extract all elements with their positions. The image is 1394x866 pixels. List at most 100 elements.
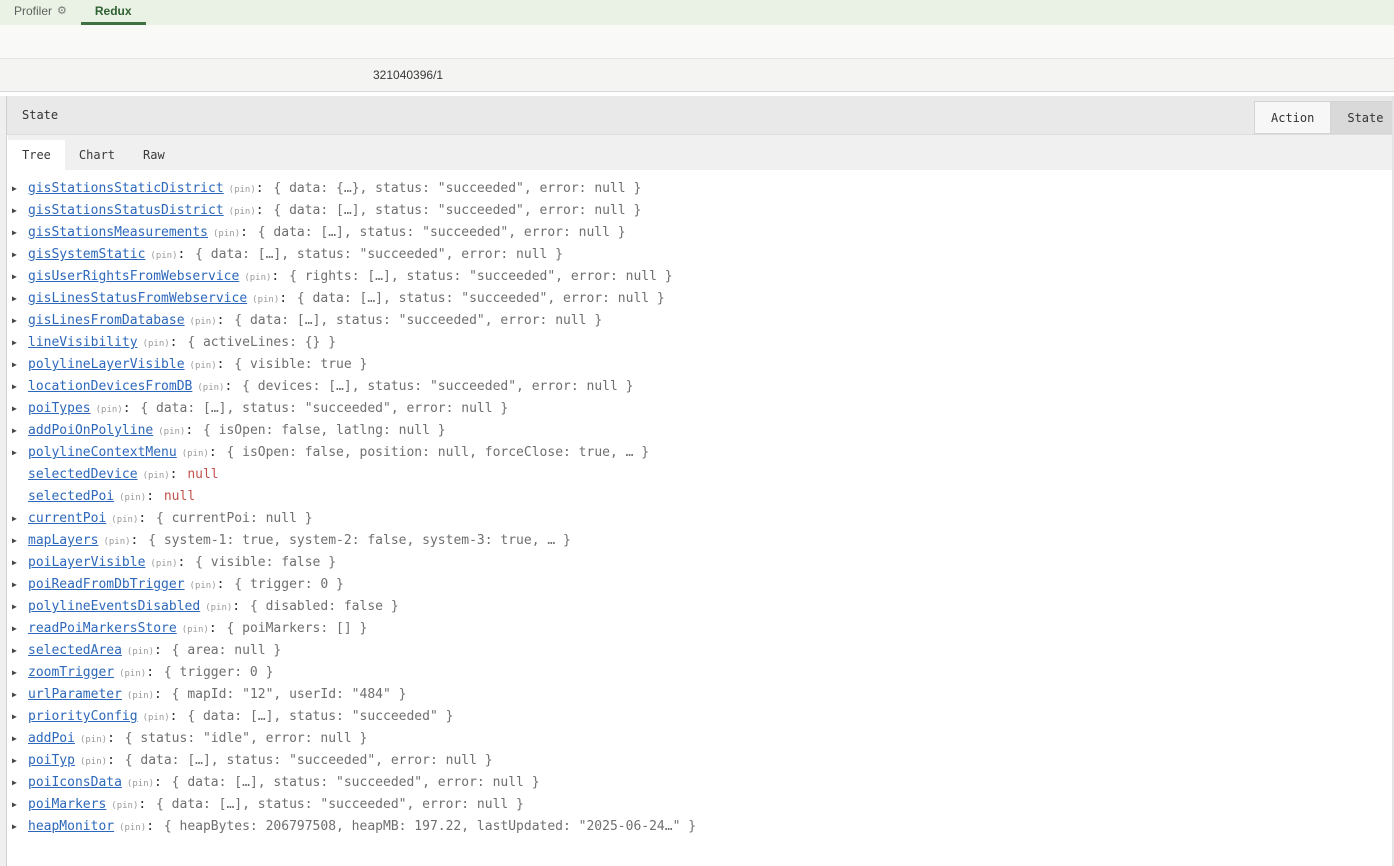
state-key[interactable]: poiMarkers — [28, 797, 106, 812]
pin-label[interactable]: (pin) — [150, 559, 177, 569]
state-key[interactable]: gisLinesFromDatabase — [28, 313, 185, 328]
state-key[interactable]: currentPoi — [28, 511, 106, 526]
state-tree-row[interactable]: ▶poiMarkers(pin): { data: […], status: "… — [8, 794, 1392, 816]
pin-label[interactable]: (pin) — [119, 493, 146, 503]
expand-arrow-icon[interactable]: ▶ — [12, 662, 28, 684]
state-key[interactable]: poiIconsData — [28, 775, 122, 790]
state-key[interactable]: urlParameter — [28, 687, 122, 702]
state-key[interactable]: selectedDevice — [28, 467, 138, 482]
pin-label[interactable]: (pin) — [143, 471, 170, 481]
state-tree-row[interactable]: ▶gisLinesStatusFromWebservice(pin): { da… — [8, 288, 1392, 310]
expand-arrow-icon[interactable]: ▶ — [12, 618, 28, 640]
expand-arrow-icon[interactable]: ▶ — [12, 266, 28, 288]
state-tree-row[interactable]: ▶readPoiMarkersStore(pin): { poiMarkers:… — [8, 618, 1392, 640]
state-key[interactable]: gisSystemStatic — [28, 247, 145, 262]
state-key[interactable]: poiReadFromDbTrigger — [28, 577, 185, 592]
actions-panel-resizer[interactable] — [0, 96, 7, 866]
state-tree-row[interactable]: ▶poiTyp(pin): { data: […], status: "succ… — [8, 750, 1392, 772]
expand-arrow-icon[interactable]: ▶ — [12, 508, 28, 530]
state-tree-row[interactable]: ▶poiLayerVisible(pin): { visible: false … — [8, 552, 1392, 574]
state-tree-row[interactable]: ▶gisStationsStaticDistrict(pin): { data:… — [8, 178, 1392, 200]
state-tree-row[interactable]: ▶poiTypes(pin): { data: […], status: "su… — [8, 398, 1392, 420]
pin-label[interactable]: (pin) — [103, 537, 130, 547]
state-tree-row[interactable]: ▶selectedArea(pin): { area: null } — [8, 640, 1392, 662]
pin-label[interactable]: (pin) — [158, 427, 185, 437]
state-tree-row[interactable]: ▶addPoi(pin): { status: "idle", error: n… — [8, 728, 1392, 750]
pin-label[interactable]: (pin) — [197, 383, 224, 393]
pin-label[interactable]: (pin) — [182, 625, 209, 635]
expand-arrow-icon[interactable]: ▶ — [12, 596, 28, 618]
state-tree-row[interactable]: ▶poiIconsData(pin): { data: […], status:… — [8, 772, 1392, 794]
view-tab-action[interactable]: Action — [1254, 101, 1330, 134]
pin-label[interactable]: (pin) — [205, 603, 232, 613]
pin-label[interactable]: (pin) — [252, 295, 279, 305]
state-tree-row[interactable]: ▶polylineEventsDisabled(pin): { disabled… — [8, 596, 1392, 618]
state-key[interactable]: readPoiMarkersStore — [28, 621, 177, 636]
state-key[interactable]: gisLinesStatusFromWebservice — [28, 291, 247, 306]
state-tree-row[interactable]: ▶selectedPoi(pin): null — [8, 486, 1392, 508]
state-key[interactable]: gisUserRightsFromWebservice — [28, 269, 239, 284]
expand-arrow-icon[interactable]: ▶ — [12, 728, 28, 750]
state-tree-row[interactable]: ▶polylineLayerVisible(pin): { visible: t… — [8, 354, 1392, 376]
pin-label[interactable]: (pin) — [244, 273, 271, 283]
state-tree-row[interactable]: ▶mapLayers(pin): { system-1: true, syste… — [8, 530, 1392, 552]
expand-arrow-icon[interactable]: ▶ — [12, 442, 28, 464]
pin-label[interactable]: (pin) — [213, 229, 240, 239]
state-tree-row[interactable]: ▶heapMonitor(pin): { heapBytes: 20679750… — [8, 816, 1392, 838]
state-key[interactable]: lineVisibility — [28, 335, 138, 350]
state-key[interactable]: selectedPoi — [28, 489, 114, 504]
devtools-tab-profiler[interactable]: Profiler ⚙ — [0, 0, 81, 25]
view-tab-state[interactable]: State — [1330, 101, 1394, 134]
state-key[interactable]: addPoiOnPolyline — [28, 423, 153, 438]
pin-label[interactable]: (pin) — [111, 515, 138, 525]
pin-label[interactable]: (pin) — [229, 185, 256, 195]
state-key[interactable]: addPoi — [28, 731, 75, 746]
expand-arrow-icon[interactable]: ▶ — [12, 288, 28, 310]
expand-arrow-icon[interactable]: ▶ — [12, 398, 28, 420]
subtab-tree[interactable]: Tree — [8, 140, 65, 170]
state-key[interactable]: priorityConfig — [28, 709, 138, 724]
pin-label[interactable]: (pin) — [150, 251, 177, 261]
expand-arrow-icon[interactable]: ▶ — [12, 706, 28, 728]
state-tree-row[interactable]: ▶zoomTrigger(pin): { trigger: 0 } — [8, 662, 1392, 684]
state-key[interactable]: polylineEventsDisabled — [28, 599, 200, 614]
pin-label[interactable]: (pin) — [127, 779, 154, 789]
pin-label[interactable]: (pin) — [96, 405, 123, 415]
expand-arrow-icon[interactable]: ▶ — [12, 178, 28, 200]
state-key[interactable]: selectedArea — [28, 643, 122, 658]
expand-arrow-icon[interactable]: ▶ — [12, 354, 28, 376]
state-key[interactable]: poiTyp — [28, 753, 75, 768]
state-tree-row[interactable]: ▶gisStationsStatusDistrict(pin): { data:… — [8, 200, 1392, 222]
expand-arrow-icon[interactable]: ▶ — [12, 552, 28, 574]
state-key[interactable]: mapLayers — [28, 533, 98, 548]
pin-label[interactable]: (pin) — [190, 361, 217, 371]
pin-label[interactable]: (pin) — [80, 735, 107, 745]
expand-arrow-icon[interactable]: ▶ — [12, 332, 28, 354]
state-tree-row[interactable]: ▶gisUserRightsFromWebservice(pin): { rig… — [8, 266, 1392, 288]
expand-arrow-icon[interactable]: ▶ — [12, 200, 28, 222]
expand-arrow-icon[interactable]: ▶ — [12, 772, 28, 794]
pin-label[interactable]: (pin) — [80, 757, 107, 767]
pin-label[interactable]: (pin) — [111, 801, 138, 811]
state-tree-row[interactable]: ▶selectedDevice(pin): null — [8, 464, 1392, 486]
state-tree-row[interactable]: ▶gisStationsMeasurements(pin): { data: [… — [8, 222, 1392, 244]
state-key[interactable]: locationDevicesFromDB — [28, 379, 192, 394]
pin-label[interactable]: (pin) — [229, 207, 256, 217]
pin-label[interactable]: (pin) — [119, 669, 146, 679]
state-key[interactable]: poiLayerVisible — [28, 555, 145, 570]
state-key[interactable]: gisStationsMeasurements — [28, 225, 208, 240]
state-tree-row[interactable]: ▶polylineContextMenu(pin): { isOpen: fal… — [8, 442, 1392, 464]
expand-arrow-icon[interactable]: ▶ — [12, 640, 28, 662]
state-key[interactable]: poiTypes — [28, 401, 91, 416]
action-list-item[interactable]: 321040396/1 — [373, 59, 443, 92]
pin-label[interactable]: (pin) — [127, 691, 154, 701]
state-key[interactable]: heapMonitor — [28, 819, 114, 834]
expand-arrow-icon[interactable]: ▶ — [12, 794, 28, 816]
expand-arrow-icon[interactable]: ▶ — [12, 420, 28, 442]
state-tree-row[interactable]: ▶priorityConfig(pin): { data: […], statu… — [8, 706, 1392, 728]
state-key[interactable]: polylineLayerVisible — [28, 357, 185, 372]
expand-arrow-icon[interactable]: ▶ — [12, 376, 28, 398]
state-tree-row[interactable]: ▶poiReadFromDbTrigger(pin): { trigger: 0… — [8, 574, 1392, 596]
expand-arrow-icon[interactable]: ▶ — [12, 574, 28, 596]
pin-label[interactable]: (pin) — [190, 581, 217, 591]
